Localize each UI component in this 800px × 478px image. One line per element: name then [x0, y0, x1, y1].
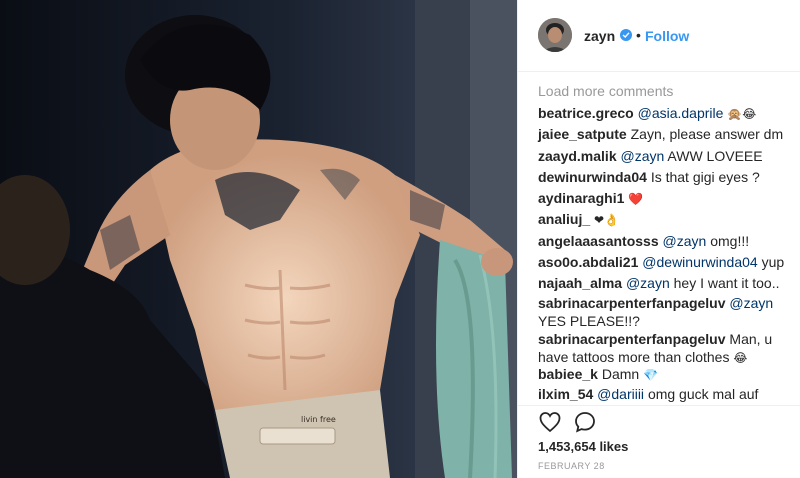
verified-badge-icon	[620, 29, 632, 41]
comment-mention[interactable]: @asia.daprile	[638, 105, 724, 121]
post-header: zayn • Follow	[518, 0, 800, 72]
follow-button[interactable]: Follow	[645, 28, 689, 44]
comment-username[interactable]: sabrinacarpenterfanpageluv	[538, 331, 726, 347]
comment: aso0o.abdali21 @dewinurwinda04 yup	[538, 253, 786, 271]
comment: zaayd.malik @zayn AWW LOVEEE	[538, 147, 786, 165]
comment-username[interactable]: aydinaraghi1	[538, 190, 624, 206]
comment-text: Zayn, please answer dm	[630, 126, 784, 142]
comment-emoji: 🙊😂	[727, 107, 757, 121]
comment-text: YES PLEASE!!?	[538, 313, 640, 329]
comment-text: AWW LOVEEE	[667, 148, 763, 164]
comment-username[interactable]: sabrinacarpenterfanpageluv	[538, 295, 726, 311]
comment-emoji: ❤👌	[594, 213, 620, 227]
post-photo[interactable]: livin free	[0, 0, 517, 478]
comment-username[interactable]: jaiee_satpute	[538, 126, 627, 142]
comment-mention[interactable]: @zayn	[626, 275, 670, 291]
comment: angelaaasantosss @zayn omg!!!	[538, 232, 786, 250]
comment-username[interactable]: najaah_alma	[538, 275, 622, 291]
comment-mention[interactable]: @zayn	[729, 295, 773, 311]
comment: analiuj_ ❤👌	[538, 210, 786, 229]
comment-mention[interactable]: @zayn	[621, 148, 665, 164]
comment: najaah_alma @zayn hey I want it too..	[538, 274, 786, 292]
comment-username[interactable]: aso0o.abdali21	[538, 254, 638, 270]
comment: jaiee_satpute Zayn, please answer dm	[538, 125, 786, 143]
heart-outline-icon[interactable]	[538, 410, 562, 434]
avatar[interactable]	[538, 18, 572, 52]
comments-list[interactable]: Load more comments beatrice.greco @asia.…	[518, 72, 800, 405]
comment-text: Is that gigi eyes ?	[650, 169, 760, 185]
likes-count[interactable]: 1,453,654 likes	[538, 439, 628, 454]
comment: ilxim_54 @dariiii omg guck mal auf seine	[538, 385, 786, 405]
comment-emoji: 💎	[643, 368, 659, 382]
comment: aydinaraghi1 ❤️	[538, 189, 786, 208]
comment-text: yup	[761, 254, 785, 270]
separator-dot: •	[636, 27, 641, 43]
comment-username[interactable]: dewinurwinda04	[538, 169, 647, 185]
comment: sabrinacarpenterfanpageluv @zayn YES PLE…	[538, 294, 786, 330]
post-date[interactable]: FEBRUARY 28	[538, 461, 605, 471]
post-actions: 1,453,654 likes FEBRUARY 28	[518, 405, 800, 478]
comment-emoji: 😂	[733, 351, 748, 365]
comment-username[interactable]: zaayd.malik	[538, 148, 617, 164]
post-image: livin free	[0, 0, 517, 478]
comment-username[interactable]: angelaaasantosss	[538, 233, 659, 249]
comment: babiee_k Damn 💎	[538, 365, 786, 384]
comment: sabrinacarpenterfanpageluv Man, u have t…	[538, 330, 786, 367]
comment-username[interactable]: ilxim_54	[538, 386, 593, 402]
comment-mention[interactable]: @zayn	[663, 233, 707, 249]
avatar-image	[538, 18, 572, 52]
username[interactable]: zayn	[584, 28, 615, 44]
comment: dewinurwinda04 Is that gigi eyes ?	[538, 168, 786, 186]
comment-text: hey I want it too..	[673, 275, 780, 291]
load-more-comments-link[interactable]: Load more comments	[538, 83, 673, 99]
waistband-text: livin free	[301, 415, 336, 424]
comment-mention[interactable]: @dewinurwinda04	[642, 254, 757, 270]
comment: beatrice.greco @asia.daprile 🙊😂	[538, 104, 786, 123]
comment-username[interactable]: beatrice.greco	[538, 105, 634, 121]
comment-emoji: ❤️	[628, 192, 644, 206]
comment-username[interactable]: analiuj_	[538, 211, 590, 227]
comment-text: omg!!!	[710, 233, 750, 249]
comment-username[interactable]: babiee_k	[538, 366, 598, 382]
comment-bubble-icon[interactable]	[573, 410, 597, 434]
post-sidebar: zayn • Follow Load more comments beatric…	[517, 0, 800, 478]
comment-mention[interactable]: @dariiii	[597, 386, 644, 402]
comment-text: Damn	[601, 366, 640, 382]
